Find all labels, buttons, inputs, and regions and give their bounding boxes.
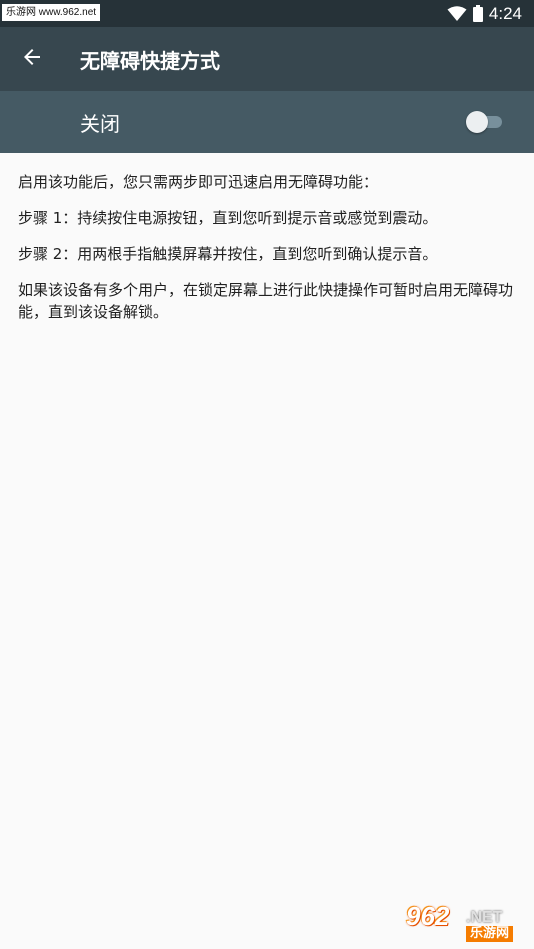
switch-label: 关闭 bbox=[80, 111, 120, 136]
description-area: 启用该功能后，您只需两步即可迅速启用无障碍功能： 步骤 1：持续按住电源按钮，直… bbox=[18, 160, 518, 337]
intro-text: 启用该功能后，您只需两步即可迅速启用无障碍功能： bbox=[18, 173, 379, 191]
wifi-icon bbox=[447, 5, 467, 22]
watermark-digits: 962 bbox=[406, 901, 450, 931]
watermark-suffix: .NET bbox=[466, 909, 503, 926]
shortcut-toggle[interactable] bbox=[466, 111, 502, 133]
master-switch-bar[interactable]: 关闭 bbox=[0, 91, 534, 153]
watermark-text: 乐游网 www.962.net bbox=[2, 4, 101, 21]
step-1-text: 步骤 1：持续按住电源按钮，直到您听到提示音或感觉到震动。 bbox=[18, 209, 438, 227]
app-bar: 无障碍快捷方式 bbox=[0, 27, 534, 91]
watermark-cn: 乐游网 bbox=[466, 926, 514, 942]
page-title: 无障碍快捷方式 bbox=[80, 48, 220, 73]
status-icons: 4:24 bbox=[447, 0, 522, 27]
watermark-logo: 962 .NET 乐游网 bbox=[400, 901, 528, 943]
back-button[interactable] bbox=[8, 35, 56, 83]
arrow-left-icon bbox=[22, 47, 42, 71]
step-2-text: 步骤 2：用两根手指触摸屏幕并按住，直到您听到确认提示音。 bbox=[18, 245, 438, 263]
toggle-thumb bbox=[466, 111, 488, 133]
status-bar: 乐游网 www.962.net 4:24 bbox=[0, 0, 534, 27]
multi-user-note: 如果该设备有多个用户，在锁定屏幕上进行此快捷操作可暂时启用无障碍功能，直到该设备… bbox=[18, 281, 514, 321]
battery-icon bbox=[472, 5, 483, 22]
status-time: 4:24 bbox=[488, 3, 522, 23]
